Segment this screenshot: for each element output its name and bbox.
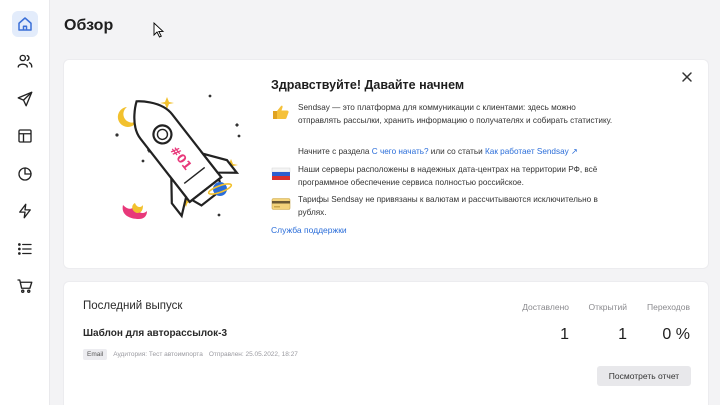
stat-opens-value: 1 (618, 326, 627, 343)
issue-meta: Email Аудитория: Тест автоимпорта Отправ… (83, 349, 298, 360)
last-issue-card: Последний выпуск Доставлено Открытий Пер… (63, 281, 709, 405)
send-icon (17, 91, 33, 107)
nav-lists[interactable] (12, 236, 38, 262)
layout-icon (18, 129, 32, 143)
nav-home[interactable] (12, 11, 38, 37)
external-link-icon: ↗ (568, 147, 578, 156)
nav-automation[interactable] (12, 198, 38, 224)
stat-delivered-label: Доставлено (522, 302, 569, 312)
stat-clicks-label: Переходов (646, 302, 690, 312)
how-it-works-link[interactable]: Как работает Sendsay (485, 147, 569, 156)
credit-card-icon (271, 198, 291, 210)
russia-flag-icon (271, 167, 291, 180)
rocket-illustration: #01 (115, 94, 241, 219)
pie-chart-icon (18, 167, 32, 181)
tariffs-row: Тарифы Sendsay не привязаны к валютам и … (271, 194, 618, 219)
welcome-title: Здравствуйте! Давайте начнем (271, 78, 465, 92)
thumbs-up-icon (273, 105, 289, 119)
servers-row: Наши серверы расположены в надежных дата… (271, 164, 618, 189)
tariffs-text: Тарифы Sendsay не привязаны к валютам и … (298, 195, 598, 217)
stat-opens-label: Открытий (588, 302, 627, 312)
lightning-icon (19, 203, 31, 219)
getting-started-link[interactable]: С чего начать? (372, 147, 429, 156)
sidebar (0, 0, 50, 405)
issue-audience: Аудитория: Тест автоимпорта (113, 351, 203, 358)
start-prefix: Начните с раздела (298, 147, 372, 156)
view-report-button[interactable]: Посмотреть отчет (597, 366, 691, 386)
start-row: Начните с раздела С чего начать? или со … (271, 146, 618, 164)
nav-stats[interactable] (12, 161, 38, 187)
nav-campaigns[interactable] (12, 86, 38, 112)
channel-badge: Email (83, 349, 108, 360)
users-icon (17, 54, 33, 68)
stat-clicks-value: 0 % (662, 326, 690, 343)
nav-users[interactable] (12, 48, 38, 74)
cart-icon (17, 279, 33, 293)
issue-sent-date: Отправлен: 25.05.2022, 18:27 (208, 351, 298, 358)
intro-row: Sendsay — это платформа для коммуникации… (271, 102, 618, 127)
welcome-card: #01 Здравствуйте! Давайте начнем Sendsay… (63, 59, 709, 269)
support-link[interactable]: Служба поддержки (271, 225, 347, 235)
intro-text: Sendsay — это платформа для коммуникации… (298, 103, 613, 125)
mouse-cursor-icon (153, 22, 165, 38)
page-title: Обзор (64, 17, 114, 34)
close-icon[interactable] (680, 70, 694, 84)
home-icon (18, 17, 32, 31)
start-middle: или со статьи (428, 147, 485, 156)
stat-delivered-value: 1 (560, 326, 569, 343)
issue-template-name[interactable]: Шаблон для авторассылок-3 (83, 328, 227, 339)
nav-shop[interactable] (12, 273, 38, 299)
nav-templates[interactable] (12, 123, 38, 149)
servers-text: Наши серверы расположены в надежных дата… (298, 165, 598, 187)
list-icon (18, 243, 32, 255)
last-issue-title: Последний выпуск (83, 300, 183, 312)
start-text: Начните с раздела С чего начать? или со … (298, 146, 618, 164)
